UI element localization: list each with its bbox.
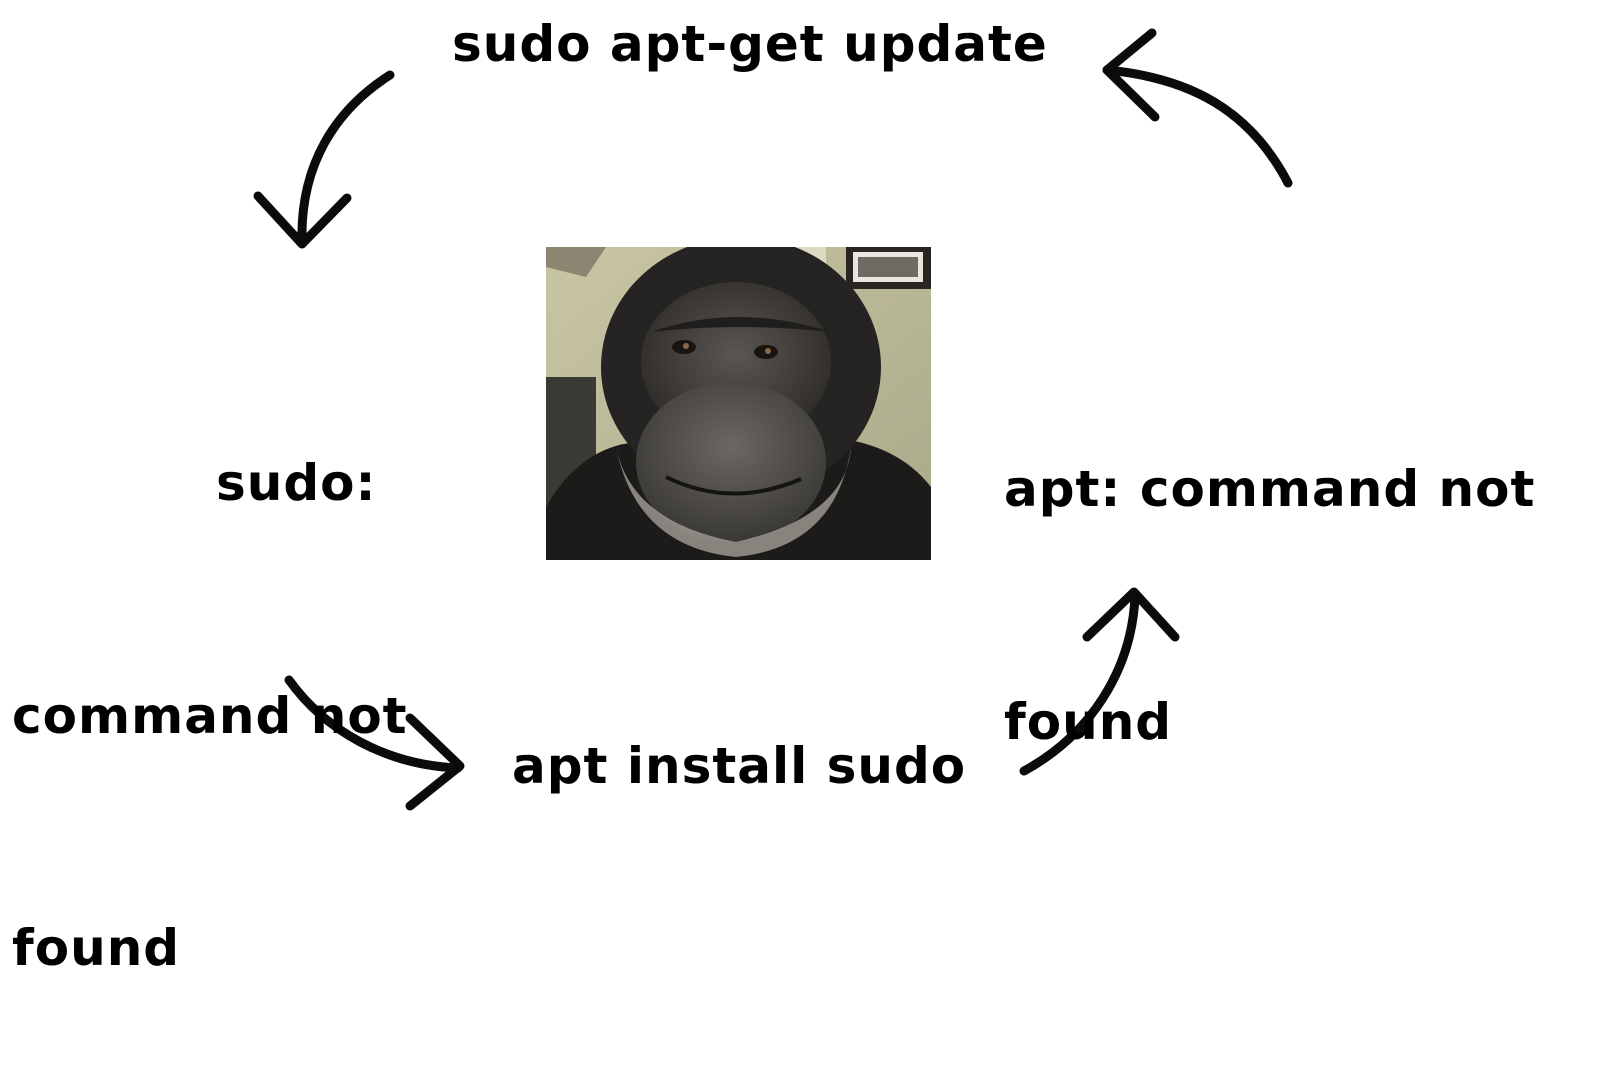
node-apt-command-not-found: apt: command not found: [1004, 296, 1535, 839]
node-right-line-2: found: [1004, 692, 1173, 751]
node-sudo-command-not-found: sudo: command not found: [12, 290, 408, 1065]
arrow-right-to-top: [1102, 28, 1293, 188]
node-left-line-2: command not: [12, 686, 408, 745]
node-left-line-1: sudo:: [216, 454, 377, 512]
node-right-line-1: apt: command not: [1004, 460, 1536, 518]
chimpanzee-photo: [546, 247, 931, 560]
node-sudo-apt-get-update: sudo apt-get update: [452, 15, 1048, 73]
node-left-line-3: found: [12, 919, 181, 977]
arrow-top-to-left: [253, 70, 395, 249]
node-apt-install-sudo: apt install sudo: [512, 737, 967, 795]
